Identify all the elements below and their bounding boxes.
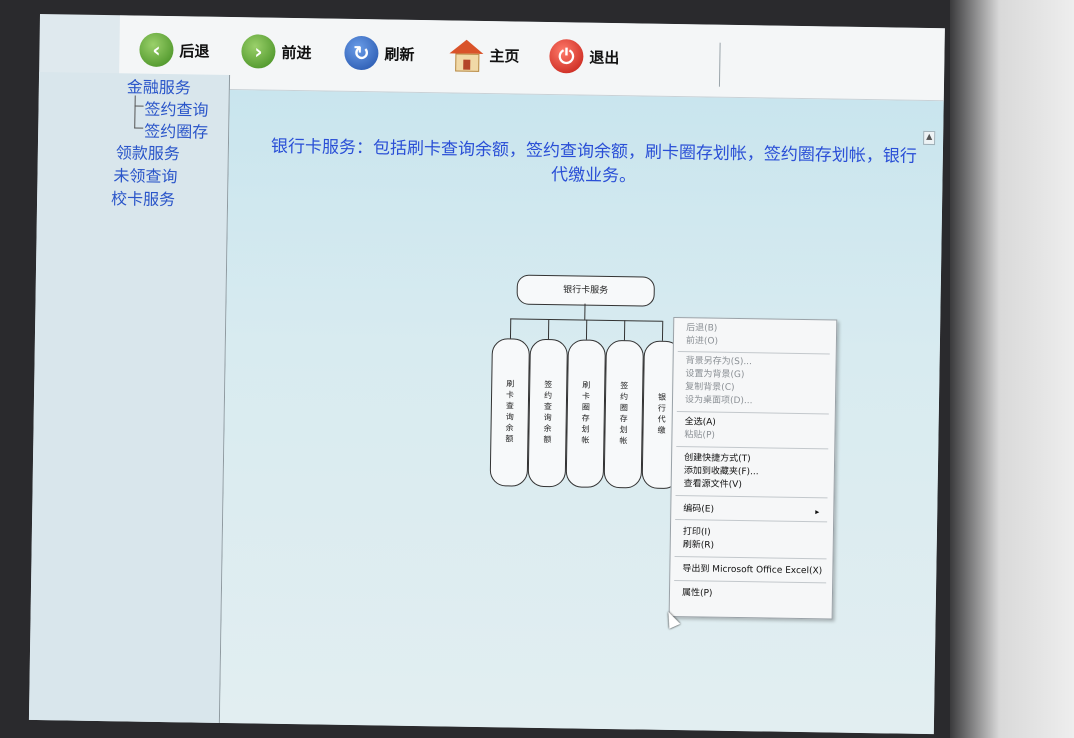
back-button[interactable]: ‹ 后退 — [139, 30, 210, 71]
forward-label: 前进 — [281, 43, 312, 62]
forward-arrow-icon: › — [241, 34, 276, 69]
content-pane: ▲ 银行卡服务：包括刷卡查询余额，签约查询余额，刷卡圈存划帐，签约圈存划帐，银行… — [219, 89, 944, 735]
menu-separator — [674, 580, 827, 584]
home-label: 主页 — [489, 46, 520, 66]
ctx-copy-background: 复制背景(C) — [685, 382, 735, 393]
menu-separator — [676, 446, 829, 450]
diagram-connector — [661, 320, 664, 341]
diagram-connector — [584, 303, 586, 320]
ctx-print[interactable]: 打印(I) — [683, 526, 711, 539]
ctx-create-shortcut[interactable]: 创建快捷方式(T) — [684, 452, 751, 466]
toolbar-divider — [718, 42, 721, 87]
ctx-view-source[interactable]: 查看源文件(V) — [684, 478, 742, 492]
menu-separator — [674, 556, 827, 560]
back-arrow-icon: ‹ — [139, 32, 174, 68]
refresh-icon: ↻ — [344, 35, 379, 71]
tree-connector — [134, 105, 144, 129]
diagram-child-label: 签约圈存划帐 — [618, 381, 629, 448]
menu-separator — [677, 351, 830, 355]
diagram-child-label: 刷卡圈存划帐 — [580, 380, 591, 447]
ctx-set-background: 设置为背景(G) — [685, 369, 745, 381]
ctx-select-all[interactable]: 全选(A) — [685, 416, 716, 429]
power-icon: ⏻ — [549, 39, 584, 74]
toolbar: ‹ 后退 › 前进 ↻ 刷新 主页 ⏻ 退出 — [118, 15, 945, 102]
menu-separator — [675, 495, 828, 499]
ctx-add-favorites[interactable]: 添加到收藏夹(F)... — [684, 465, 759, 479]
page-headline: 银行卡服务：包括刷卡查询余额，签约查询余额，刷卡圈存划帐，签约圈存划帐，银行代缴… — [270, 136, 918, 187]
ctx-back: 后退(B) — [686, 323, 718, 334]
refresh-button[interactable]: ↻ 刷新 — [344, 33, 415, 74]
sidebar-item-collect[interactable]: 领款服务 — [116, 139, 180, 164]
ctx-properties[interactable]: 属性(P) — [682, 587, 713, 600]
diagram-root-node: 银行卡服务 — [516, 274, 655, 307]
diagram-child-node: 刷卡圈存划帐 — [565, 339, 606, 488]
ctx-export-excel[interactable]: 导出到 Microsoft Office Excel(X) — [682, 563, 822, 578]
sidebar: 金融服务 签约查询 签约圈存 领款服务 未领查询 校卡服务 — [28, 71, 231, 735]
menu-separator — [676, 411, 829, 415]
back-label: 后退 — [179, 41, 210, 61]
home-button[interactable]: 主页 — [449, 34, 520, 75]
scroll-up-arrow[interactable]: ▲ — [923, 130, 936, 146]
monitor-bezel — [950, 0, 1074, 738]
diagram-connector — [585, 319, 588, 340]
sidebar-item-unclaimed[interactable]: 未领查询 — [113, 162, 177, 187]
ctx-set-desktop-item: 设为桌面项(D)... — [684, 395, 753, 407]
ctx-encoding-label: 编码(E) — [683, 504, 715, 515]
diagram-connector — [623, 320, 626, 341]
diagram-connector — [509, 318, 512, 339]
ctx-encoding[interactable]: 编码(E) ▸ — [683, 503, 825, 518]
ctx-save-background: 背景另存为(S)... — [685, 356, 753, 368]
ctx-forward: 前进(O) — [685, 336, 719, 347]
ctx-paste: 粘贴(P) — [684, 430, 715, 441]
diagram-child-label: 刷卡查询余额 — [504, 379, 515, 446]
sidebar-item-campus-card[interactable]: 校卡服务 — [111, 185, 175, 210]
diagram-child-node: 签约查询余额 — [527, 338, 568, 488]
diagram-child-node: 签约圈存划帐 — [603, 339, 644, 489]
exit-label: 退出 — [589, 48, 620, 67]
submenu-arrow-icon: ▸ — [815, 507, 820, 517]
ctx-refresh[interactable]: 刷新(R) — [683, 539, 714, 552]
diagram-child-label: 签约查询余额 — [542, 379, 553, 447]
diagram-child-node: 刷卡查询余额 — [489, 338, 530, 487]
context-menu: 后退(B) 前进(O) 背景另存为(S)... 设置为背景(G) 复制背景(C)… — [668, 316, 838, 620]
browser-window: ‹ 后退 › 前进 ↻ 刷新 主页 ⏻ 退出 金融服务 签约查询 签约圈存 领款… — [28, 14, 945, 735]
menu-separator — [675, 519, 828, 523]
home-icon — [449, 37, 484, 72]
exit-button[interactable]: ⏻ 退出 — [549, 36, 620, 77]
diagram-connector — [547, 319, 550, 340]
forward-button[interactable]: › 前进 — [241, 31, 312, 72]
refresh-label: 刷新 — [384, 44, 415, 64]
diagram-child-label: 银行代缴 — [656, 392, 667, 437]
